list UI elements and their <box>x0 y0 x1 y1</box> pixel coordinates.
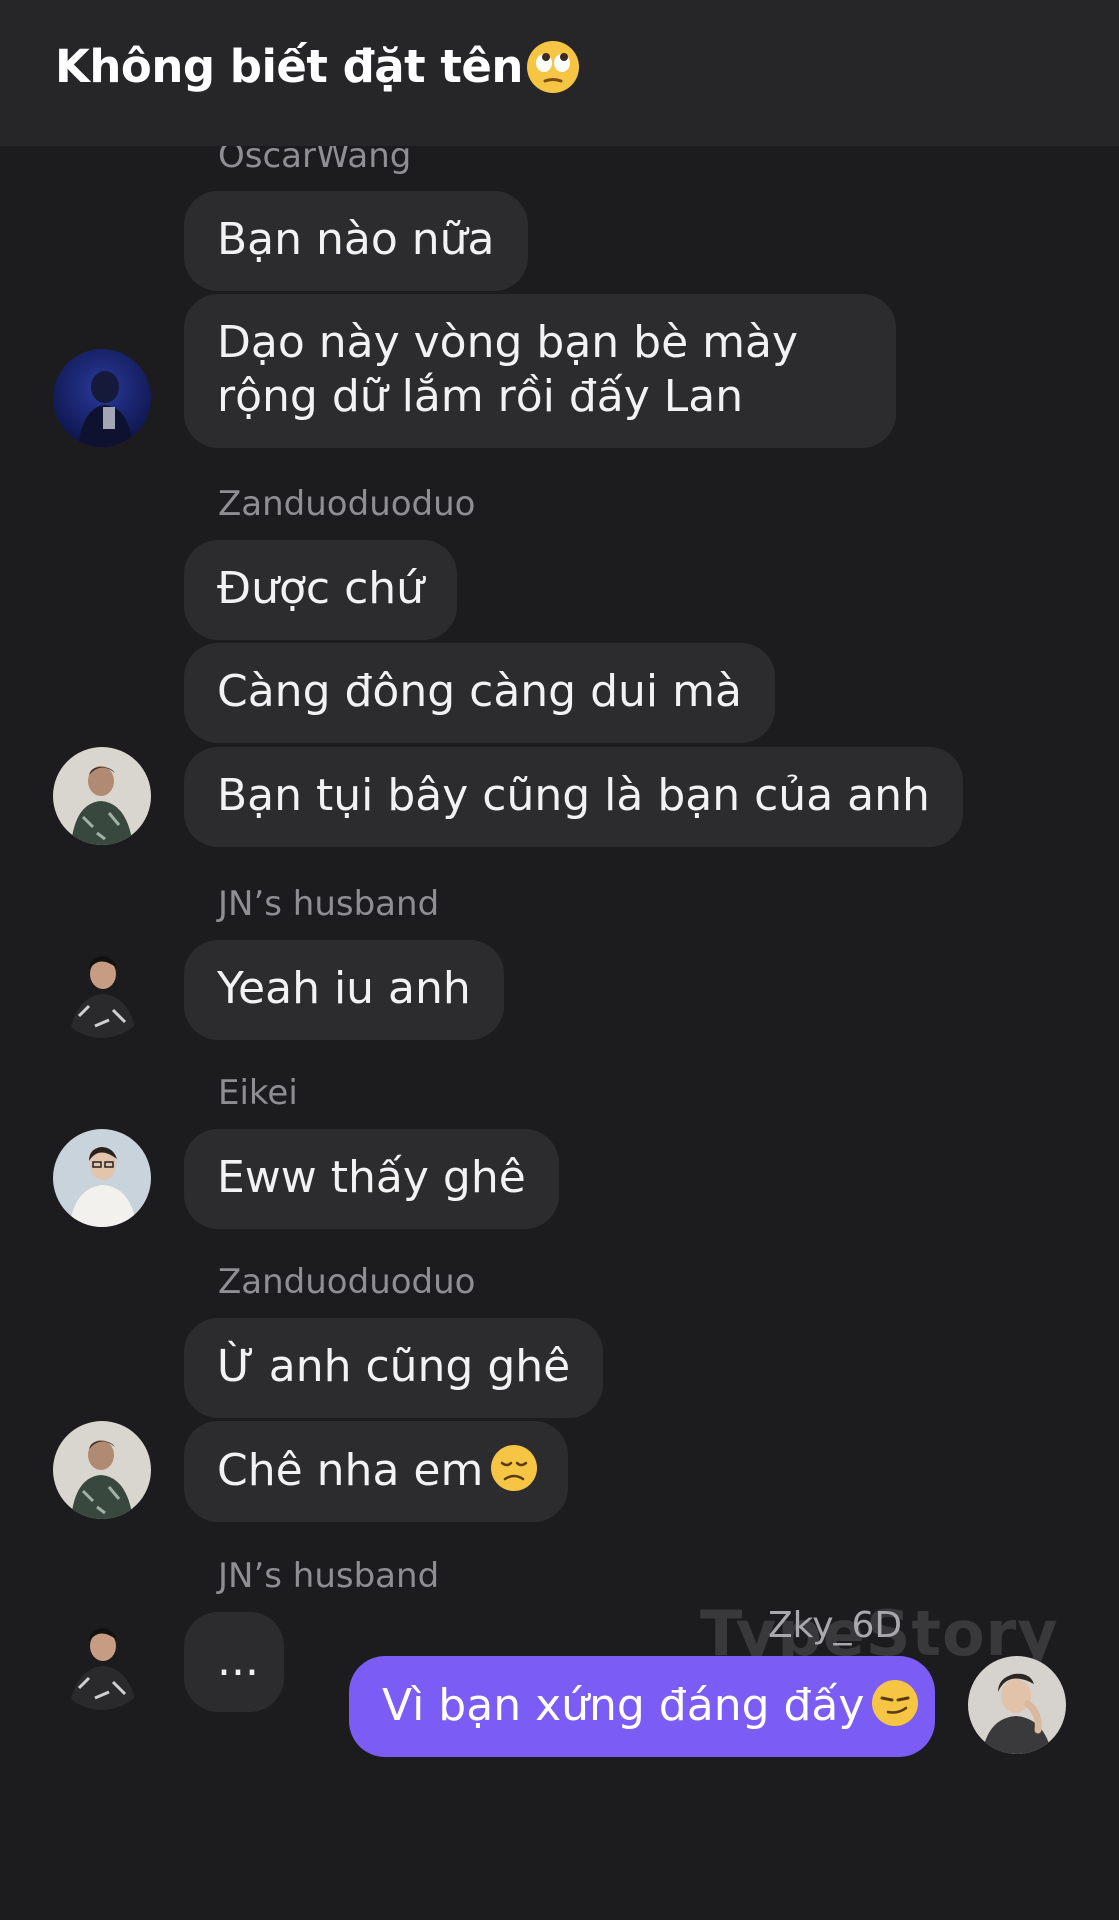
avatar[interactable] <box>53 1129 151 1227</box>
sender-name: JN’s husband <box>218 884 440 924</box>
message-bubble[interactable]: Eww thấy ghê <box>184 1129 559 1229</box>
message-text: Vì bạn xứng đáng đấy <box>382 1680 865 1731</box>
sender-name: Zanduoduoduo <box>218 484 476 524</box>
sender-name: OscarWang <box>218 146 412 176</box>
face-with-rolling-eyes-icon <box>525 39 581 95</box>
message-bubble[interactable]: Dạo này vòng bạn bè mày rộng dữ lắm rồi … <box>184 294 896 448</box>
avatar[interactable] <box>53 1612 151 1710</box>
message-bubble[interactable]: Yeah iu anh <box>184 940 504 1040</box>
sender-name: Zanduoduoduo <box>218 1262 476 1302</box>
chat-title-text: Không biết đặt tên <box>55 40 523 93</box>
avatar[interactable] <box>968 1656 1066 1754</box>
message-bubble[interactable]: Được chứ <box>184 540 458 640</box>
smirking-face-icon <box>870 1678 920 1728</box>
message-bubble[interactable]: Ừ anh cũng ghê <box>184 1318 604 1418</box>
outgoing-message-bubble[interactable]: Vì bạn xứng đáng đấy <box>349 1656 935 1757</box>
message-list[interactable]: OscarWang Bạn nào nữa Dạo này vòng bạn b… <box>0 146 1119 1920</box>
chat-header: Không biết đặt tên <box>0 0 1119 146</box>
message-bubble[interactable]: ... <box>184 1612 284 1712</box>
avatar[interactable] <box>53 1421 151 1519</box>
avatar[interactable] <box>53 349 151 447</box>
message-text: Chê nha em <box>217 1445 484 1496</box>
message-bubble[interactable]: Chê nha em <box>184 1421 568 1522</box>
message-bubble[interactable]: Bạn tụi bây cũng là bạn của anh <box>184 747 963 847</box>
avatar[interactable] <box>53 747 151 845</box>
message-bubble[interactable]: Càng đông càng dui mà <box>184 643 775 743</box>
sender-name: Zky_6D <box>768 1605 903 1646</box>
message-bubble[interactable]: Bạn nào nữa <box>184 191 528 291</box>
avatar[interactable] <box>53 940 151 1038</box>
chat-title[interactable]: Không biết đặt tên <box>55 36 581 98</box>
sender-name: Eikei <box>218 1073 298 1113</box>
sender-name: JN’s husband <box>218 1556 440 1596</box>
disappointed-face-icon <box>489 1443 539 1493</box>
